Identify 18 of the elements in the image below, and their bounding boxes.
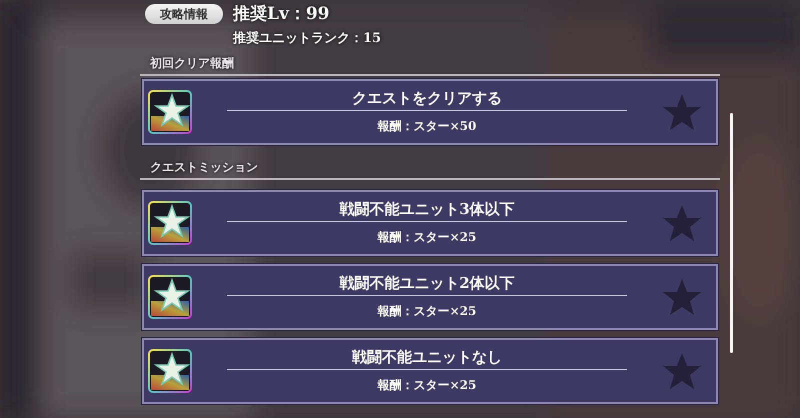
recommended-level: 推奨Lv：99 [233,3,330,25]
section-title: 初回クリア報酬 [150,56,234,70]
reward-text: 報酬：スター×25 [378,229,476,246]
section-title: クエストミッション [150,160,258,174]
scrollbar[interactable] [730,113,733,353]
quest-title: 戦闘不能ユニットなし [227,348,627,370]
info-tag: 攻略情報 [145,4,223,24]
reward-text: 報酬：スター×50 [378,118,476,135]
recommended-rank: 推奨ユニットランク：15 [233,30,382,47]
reward-text: 報酬：スター×25 [378,303,476,320]
star-reward-icon [148,349,192,393]
star-reward-icon [148,90,192,134]
quest-title: クエストをクリアする [227,89,627,111]
quest-title: 戦闘不能ユニット3体以下 [227,200,627,222]
star-reward-icon [148,201,192,245]
quest-title: 戦闘不能ユニット2体以下 [227,274,627,296]
star-reward-icon [148,275,192,319]
reward-text: 報酬：スター×25 [378,377,476,394]
